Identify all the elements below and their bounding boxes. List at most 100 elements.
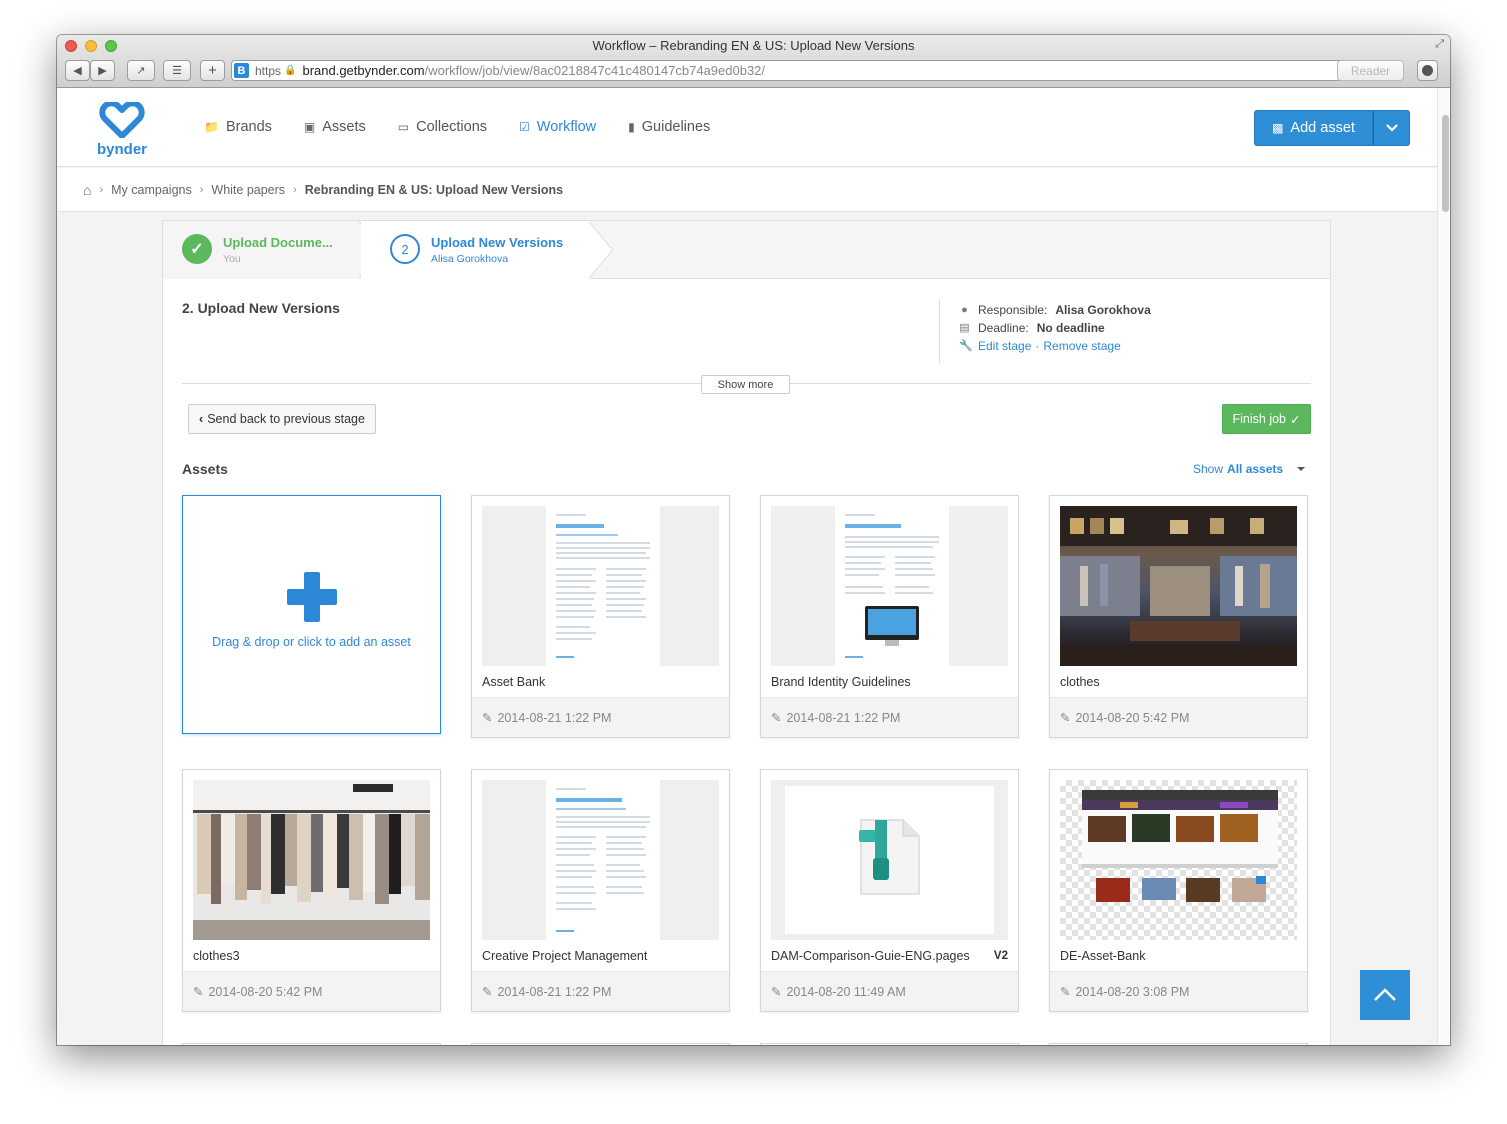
asset-name: clothes: [1060, 675, 1100, 689]
document-preview: [835, 506, 949, 666]
pencil-icon: ✎: [482, 985, 493, 999]
nav-workflow[interactable]: ☑ Workflow: [519, 119, 596, 135]
stage-heading: 2. Upload New Versions: [182, 300, 340, 316]
home-icon[interactable]: ⌂: [83, 182, 91, 198]
asset-thumbnail: [482, 506, 719, 666]
bynder-logo[interactable]: bynder: [97, 100, 147, 158]
asset-date: 2014-08-20 11:49 AM: [786, 984, 906, 999]
forward-button[interactable]: ▶: [90, 60, 115, 81]
share-button[interactable]: ↗: [127, 60, 155, 81]
pencil-icon: ✎: [1060, 985, 1071, 999]
nav-guidelines[interactable]: ▮ Guidelines: [628, 119, 710, 135]
calendar-icon: ▤: [959, 322, 970, 334]
add-asset-dropzone[interactable]: Drag & drop or click to add an asset: [182, 495, 441, 734]
dropzone-text: Drag & drop or click to add an asset: [212, 635, 411, 649]
nav-assets[interactable]: ▣ Assets: [304, 119, 366, 135]
asset-date: 2014-08-21 1:22 PM: [497, 984, 612, 999]
asset-card[interactable]: clothes3 ✎ 2014-08-20 5:42 PM: [182, 769, 441, 1012]
deadline-label: Deadline:: [978, 321, 1029, 335]
store-photo: [1060, 506, 1297, 666]
asset-footer: ✎ 2014-08-20 11:49 AM: [761, 971, 1018, 1011]
breadcrumb-separator: ›: [199, 183, 204, 196]
back-button[interactable]: ◀: [65, 60, 90, 81]
pencil-icon: ✎: [193, 985, 204, 999]
nav-guidelines-label: Guidelines: [641, 119, 711, 135]
stage-1-title: Upload Docume...: [223, 235, 333, 250]
nav-brands[interactable]: 📁 Brands: [204, 119, 272, 135]
asset-thumbnail: [1060, 780, 1297, 940]
asset-thumbnail: [193, 780, 430, 940]
asset-card[interactable]: clothes ✎ 2014-08-20 5:42 PM: [1049, 495, 1308, 738]
asset-card[interactable]: DAM-Comparison-Guie-ENG.pages V2 ✎ 2014-0…: [760, 769, 1019, 1012]
user-icon: ●: [961, 304, 968, 316]
app-screenshot-preview: [1082, 790, 1278, 902]
downloads-button[interactable]: [1417, 60, 1438, 81]
wrench-icon: 🔧: [959, 340, 973, 352]
bynder-logo-icon: [99, 100, 145, 139]
stage-1[interactable]: ✓ Upload Docume... You: [163, 221, 361, 279]
asset-date: 2014-08-20 5:42 PM: [1075, 710, 1190, 725]
breadcrumb-separator: ›: [293, 183, 297, 196]
downloads-icon: [1422, 65, 1433, 76]
asset-card[interactable]: [471, 1043, 730, 1045]
scroll-to-top-button[interactable]: [1360, 970, 1410, 1020]
main-nav: 📁 Brands ▣ Assets ▭ Collections ☑ Workflow ▮…: [204, 119, 710, 135]
job-panel: ✓ Upload Docume... You 2 Upload New Vers…: [162, 220, 1331, 1045]
breadcrumb-my-campaigns[interactable]: My campaigns: [111, 183, 192, 197]
breadcrumb-current: Rebranding EN & US: Upload New Versions: [304, 182, 564, 197]
breadcrumb: ⌂ › My campaigns › White papers › Rebran…: [57, 168, 1437, 212]
add-asset-dropdown-button[interactable]: [1373, 110, 1410, 146]
asset-date: 2014-08-20 5:42 PM: [208, 984, 323, 999]
asset-card[interactable]: Brand Identity Guidelines ✎ 2014-08-21 1:…: [760, 495, 1019, 738]
url-scheme: https: [255, 63, 282, 78]
asset-footer: ✎ 2014-08-21 1:22 PM: [472, 971, 729, 1011]
lock-icon: 🔒: [284, 65, 297, 76]
asset-card[interactable]: [182, 1043, 441, 1045]
asset-card[interactable]: [1049, 1043, 1308, 1045]
divider: [939, 299, 940, 363]
show-all-assets-dropdown[interactable]: Show All assets: [1193, 462, 1306, 476]
deadline-value: No deadline: [1036, 321, 1105, 335]
asset-thumbnail: [1060, 506, 1297, 666]
asset-name: Asset Bank: [482, 675, 546, 689]
plus-icon: [304, 572, 320, 622]
asset-card[interactable]: Creative Project Management ✎ 2014-08-21 …: [471, 769, 730, 1012]
edit-stage-link[interactable]: Edit stage: [978, 337, 1031, 355]
inbox-icon: ▭: [397, 120, 410, 134]
add-asset-button[interactable]: ▩ Add asset: [1254, 110, 1373, 146]
asset-card[interactable]: Asset Bank ✎ 2014-08-21 1:22 PM: [471, 495, 730, 738]
pencil-icon: ✎: [482, 711, 493, 725]
finish-job-button[interactable]: Finish job ✓: [1222, 404, 1311, 434]
stage-2-title: Upload New Versions: [431, 235, 564, 250]
new-tab-button[interactable]: +: [200, 60, 225, 81]
fullscreen-icon[interactable]: ⤢: [1435, 38, 1444, 51]
version-badge: V2: [993, 950, 1008, 962]
caret-down-icon: [1297, 467, 1306, 471]
remove-stage-link[interactable]: Remove stage: [1043, 337, 1120, 355]
chevron-down-icon: [1385, 124, 1398, 132]
finish-job-label: Finish job: [1232, 412, 1287, 426]
send-back-button[interactable]: ‹ Send back to previous stage: [188, 404, 376, 434]
responsible-value: Alisa Gorokhova: [1055, 303, 1151, 317]
reader-button[interactable]: Reader: [1337, 60, 1404, 81]
asset-thumbnail: [771, 506, 1008, 666]
page-scrollbar[interactable]: [1437, 88, 1450, 1045]
address-bar[interactable]: B https 🔒 brand.getbynder.com/workflow/j…: [231, 60, 1403, 81]
breadcrumb-white-papers[interactable]: White papers: [211, 183, 285, 197]
asset-name: Creative Project Management: [482, 949, 648, 963]
stage-tracker: ✓ Upload Docume... You 2 Upload New Vers…: [163, 221, 1330, 279]
bookmarks-icon[interactable]: ☰: [163, 60, 191, 81]
nav-collections-label: Collections: [416, 119, 488, 135]
document-preview: [546, 780, 660, 940]
scrollbar-thumb[interactable]: [1442, 115, 1449, 212]
asset-card[interactable]: [760, 1043, 1019, 1045]
asset-card[interactable]: DE-Asset-Bank ✎ 2014-08-20 3:08 PM: [1049, 769, 1308, 1012]
assets-heading: Assets: [182, 461, 228, 477]
breadcrumb-separator: ›: [99, 183, 104, 196]
site-favicon-icon: B: [234, 63, 249, 78]
chevron-up-icon: [1374, 988, 1396, 1001]
nav-collections[interactable]: ▭ Collections: [398, 119, 487, 135]
image-icon: ▣: [303, 120, 316, 134]
stage-1-assignee: You: [223, 253, 241, 265]
show-more-button[interactable]: Show more: [701, 375, 790, 394]
